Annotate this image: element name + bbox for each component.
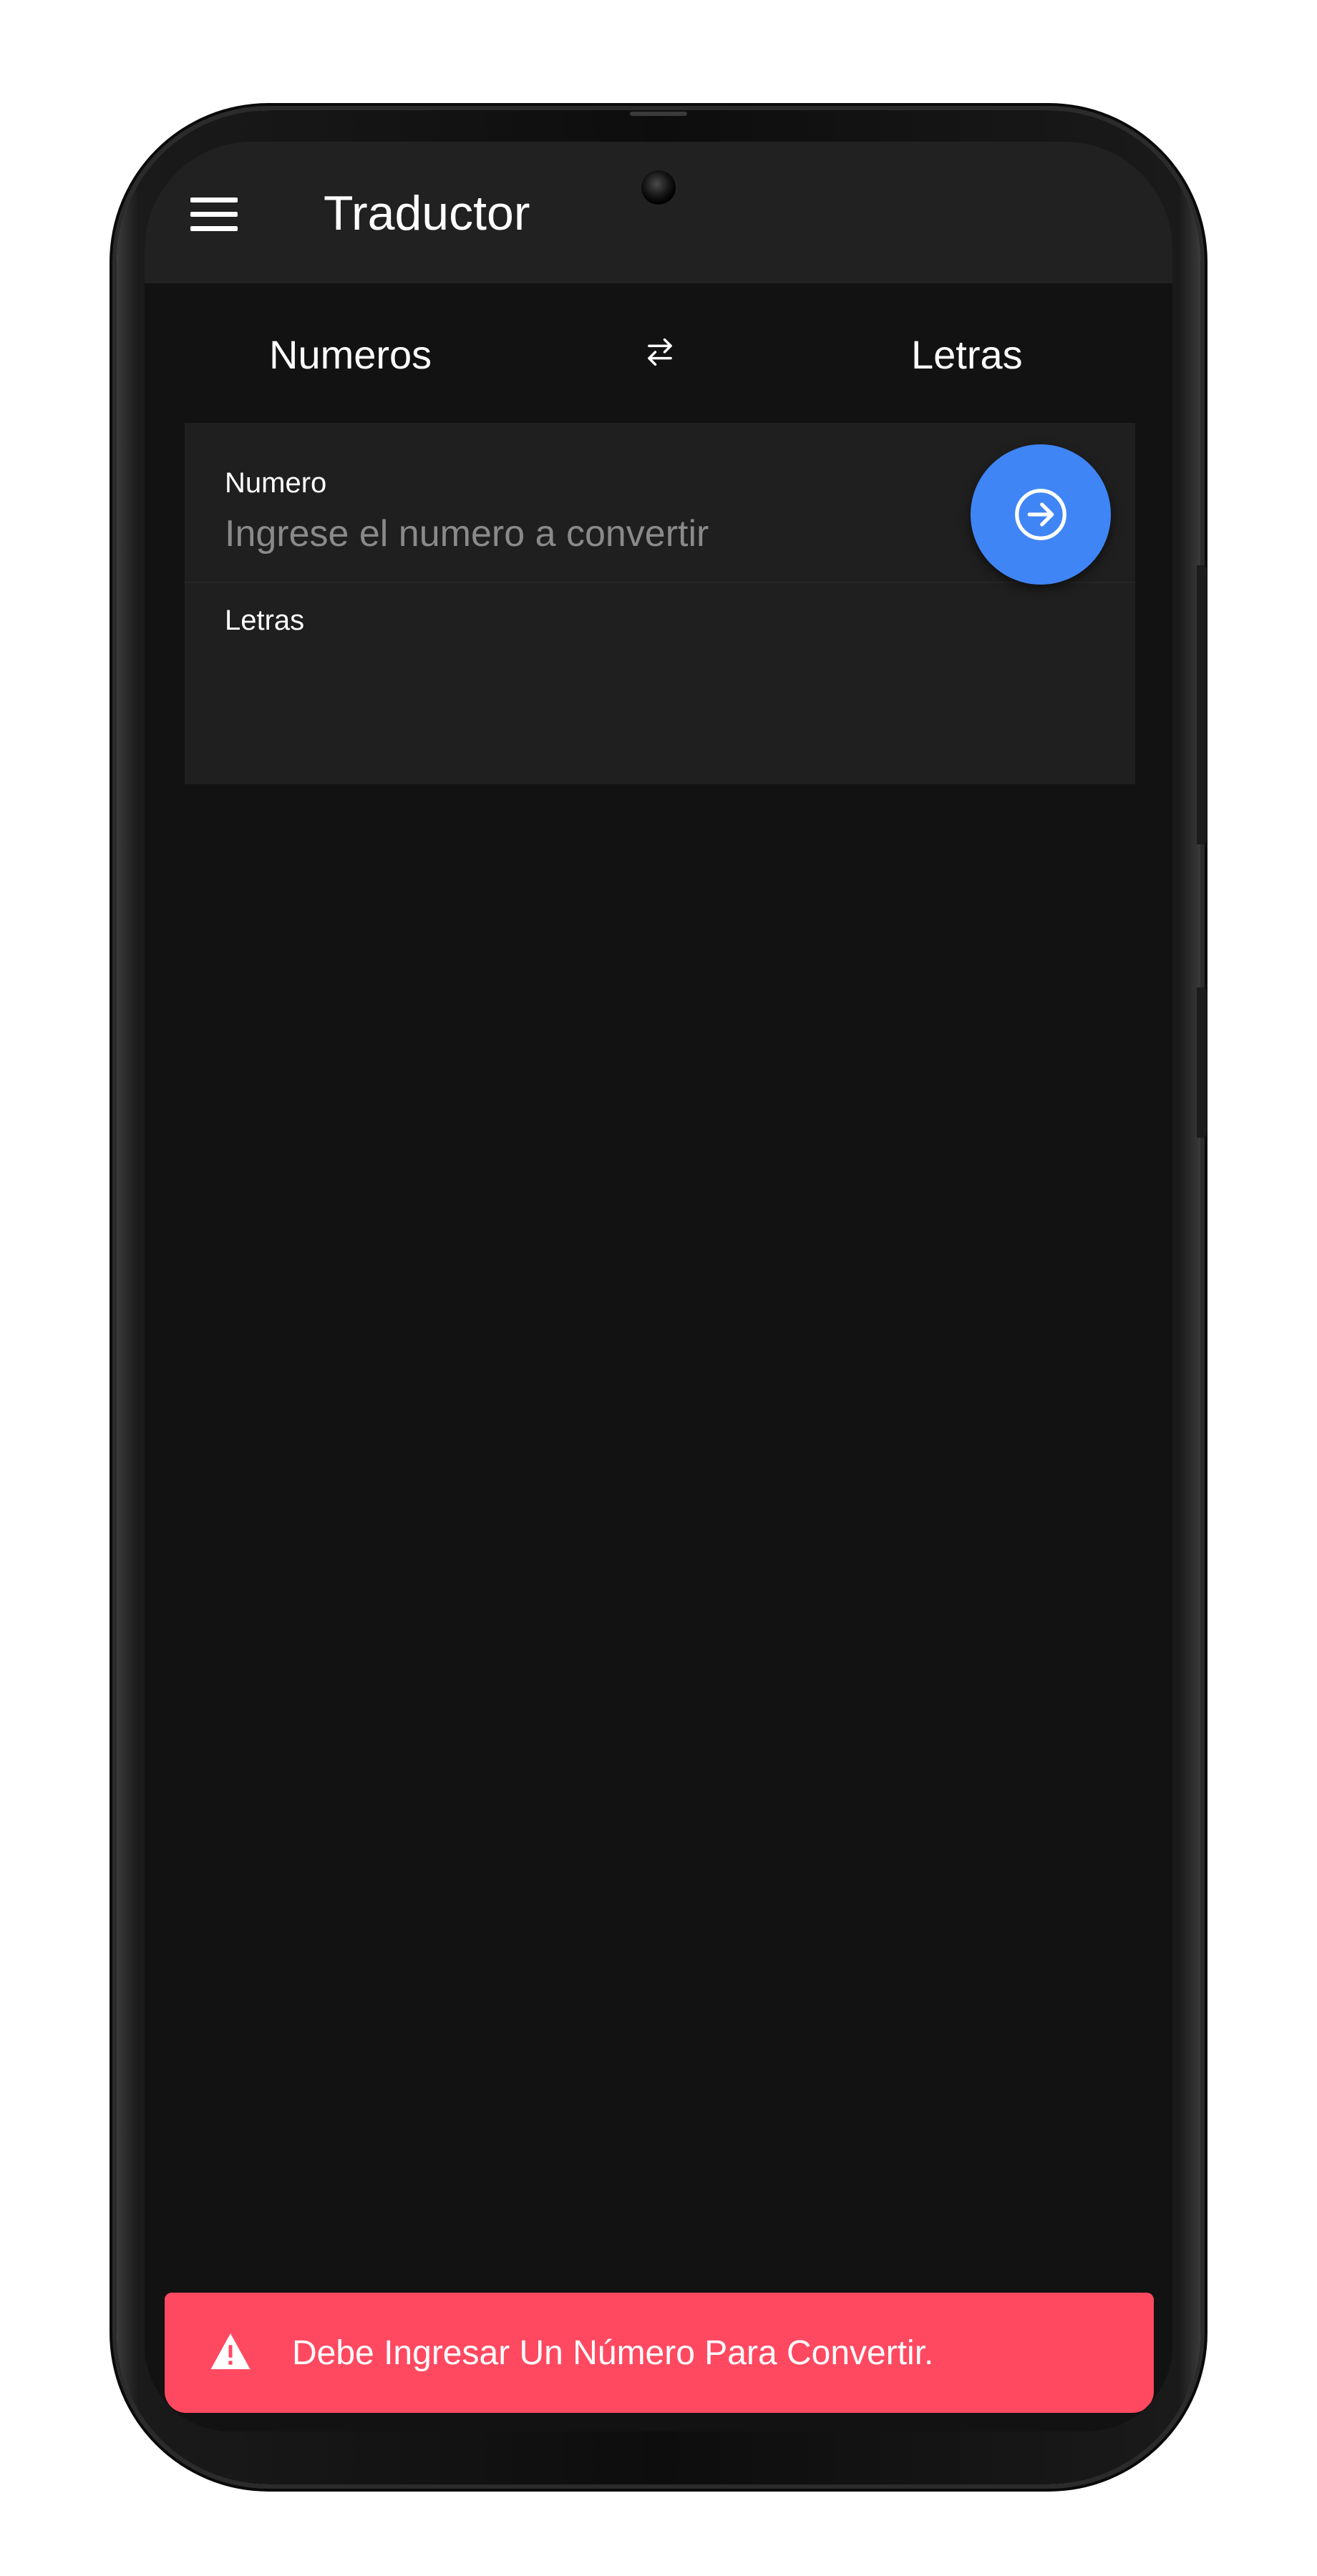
letters-field-label: Letras	[225, 605, 305, 636]
app-title: Traductor	[324, 186, 530, 240]
convert-button[interactable]	[971, 444, 1111, 585]
swap-icon[interactable]	[641, 333, 679, 371]
source-language-button[interactable]: Numeros	[269, 331, 432, 379]
number-input[interactable]	[225, 507, 941, 560]
target-language-button[interactable]: Letras	[911, 331, 1023, 379]
menu-icon[interactable]	[190, 197, 238, 232]
error-toast: Debe Ingresar Un Número Para Convertir.	[165, 2293, 1154, 2413]
arrow-forward-circle-icon	[1015, 489, 1066, 540]
app-screen: Traductor Numeros Letras Numero Letras	[145, 142, 1172, 2431]
number-field-label: Numero	[225, 467, 327, 499]
letters-field: Letras	[185, 583, 1135, 784]
phone-power-button	[1197, 987, 1207, 1138]
front-camera	[641, 170, 676, 205]
phone-volume-button	[1197, 565, 1207, 844]
language-selector: Numeros Letras	[145, 283, 1172, 423]
app-bar: Traductor	[145, 142, 1172, 283]
phone-speaker	[630, 112, 687, 116]
warning-icon	[209, 2331, 252, 2375]
toast-message: Debe Ingresar Un Número Para Convertir.	[292, 2334, 934, 2372]
